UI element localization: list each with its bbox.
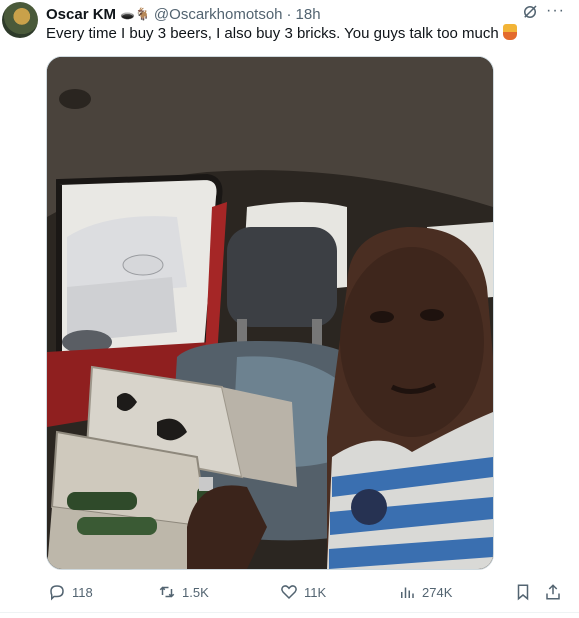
reply-count: 118 [72, 584, 93, 600]
separator: · [286, 5, 292, 23]
reply-icon [50, 585, 64, 601]
views-icon [401, 587, 414, 598]
tweet-header: Oscar KM 🕳️🐐 @Oscarkhomotsoh · 18h [46, 4, 579, 24]
reply-button[interactable]: 118 [48, 578, 93, 606]
tweet[interactable]: Oscar KM 🕳️🐐 @Oscarkhomotsoh · 18h ··· E… [0, 0, 579, 618]
tweet-photo[interactable] [46, 56, 494, 570]
display-name[interactable]: Oscar KM [46, 6, 116, 23]
repost-count: 1.5K [182, 584, 209, 600]
woman-emoji-icon [502, 24, 517, 40]
like-button[interactable]: 11K [280, 578, 326, 606]
name-badges: 🕳️🐐 [120, 7, 150, 21]
views-button[interactable]: 274K [398, 578, 452, 606]
action-bar: 118 1.5K 11K 274K [46, 578, 566, 606]
handle[interactable]: @Oscarkhomotsoh [154, 6, 283, 23]
heart-icon [281, 585, 297, 600]
repost-button[interactable]: 1.5K [158, 578, 209, 606]
like-count: 11K [304, 584, 327, 600]
share-icon [546, 584, 560, 600]
tweet-text: Every time I buy 3 beers, I also buy 3 b… [46, 24, 517, 44]
bookmark-button[interactable] [514, 578, 538, 606]
divider [0, 612, 579, 613]
grok-icon[interactable] [521, 3, 539, 21]
share-button[interactable] [544, 578, 568, 606]
more-icon[interactable]: ··· [546, 2, 565, 20]
avatar[interactable] [2, 2, 38, 38]
repost-icon [159, 586, 175, 598]
bookmark-icon [517, 584, 529, 601]
timestamp[interactable]: 18h [296, 6, 321, 23]
photo-illustration [47, 57, 493, 569]
tweet-text-content: Every time I buy 3 beers, I also buy 3 b… [46, 25, 499, 42]
view-count: 274K [422, 584, 453, 600]
